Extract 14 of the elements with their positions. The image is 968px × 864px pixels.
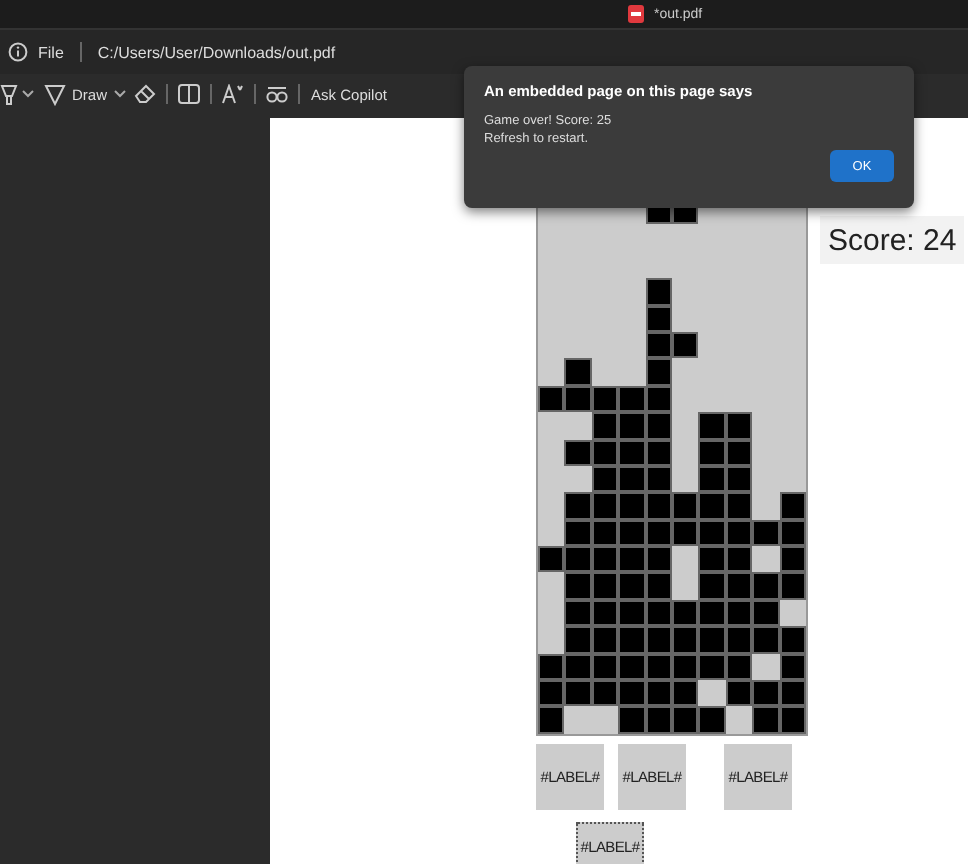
scheme-label: File — [38, 43, 64, 61]
info-icon[interactable] — [8, 42, 28, 62]
immersive-reader-icon[interactable] — [265, 84, 288, 104]
score-label: Score: 24 — [820, 216, 965, 264]
read-aloud-icon[interactable] — [221, 84, 244, 104]
book-icon[interactable] — [177, 84, 200, 104]
eraser-icon[interactable] — [133, 84, 156, 104]
pdf-file-icon — [626, 4, 646, 24]
chevron-down-icon[interactable] — [113, 90, 126, 98]
highlighter-icon[interactable] — [0, 83, 18, 105]
chevron-down-icon[interactable] — [22, 90, 34, 98]
url-text: C:/Users/User/Downloads/out.pdf — [97, 43, 336, 61]
address-bar[interactable]: File C:/Users/User/Downloads/out.pdf — [0, 28, 968, 74]
pen-icon — [44, 83, 66, 105]
